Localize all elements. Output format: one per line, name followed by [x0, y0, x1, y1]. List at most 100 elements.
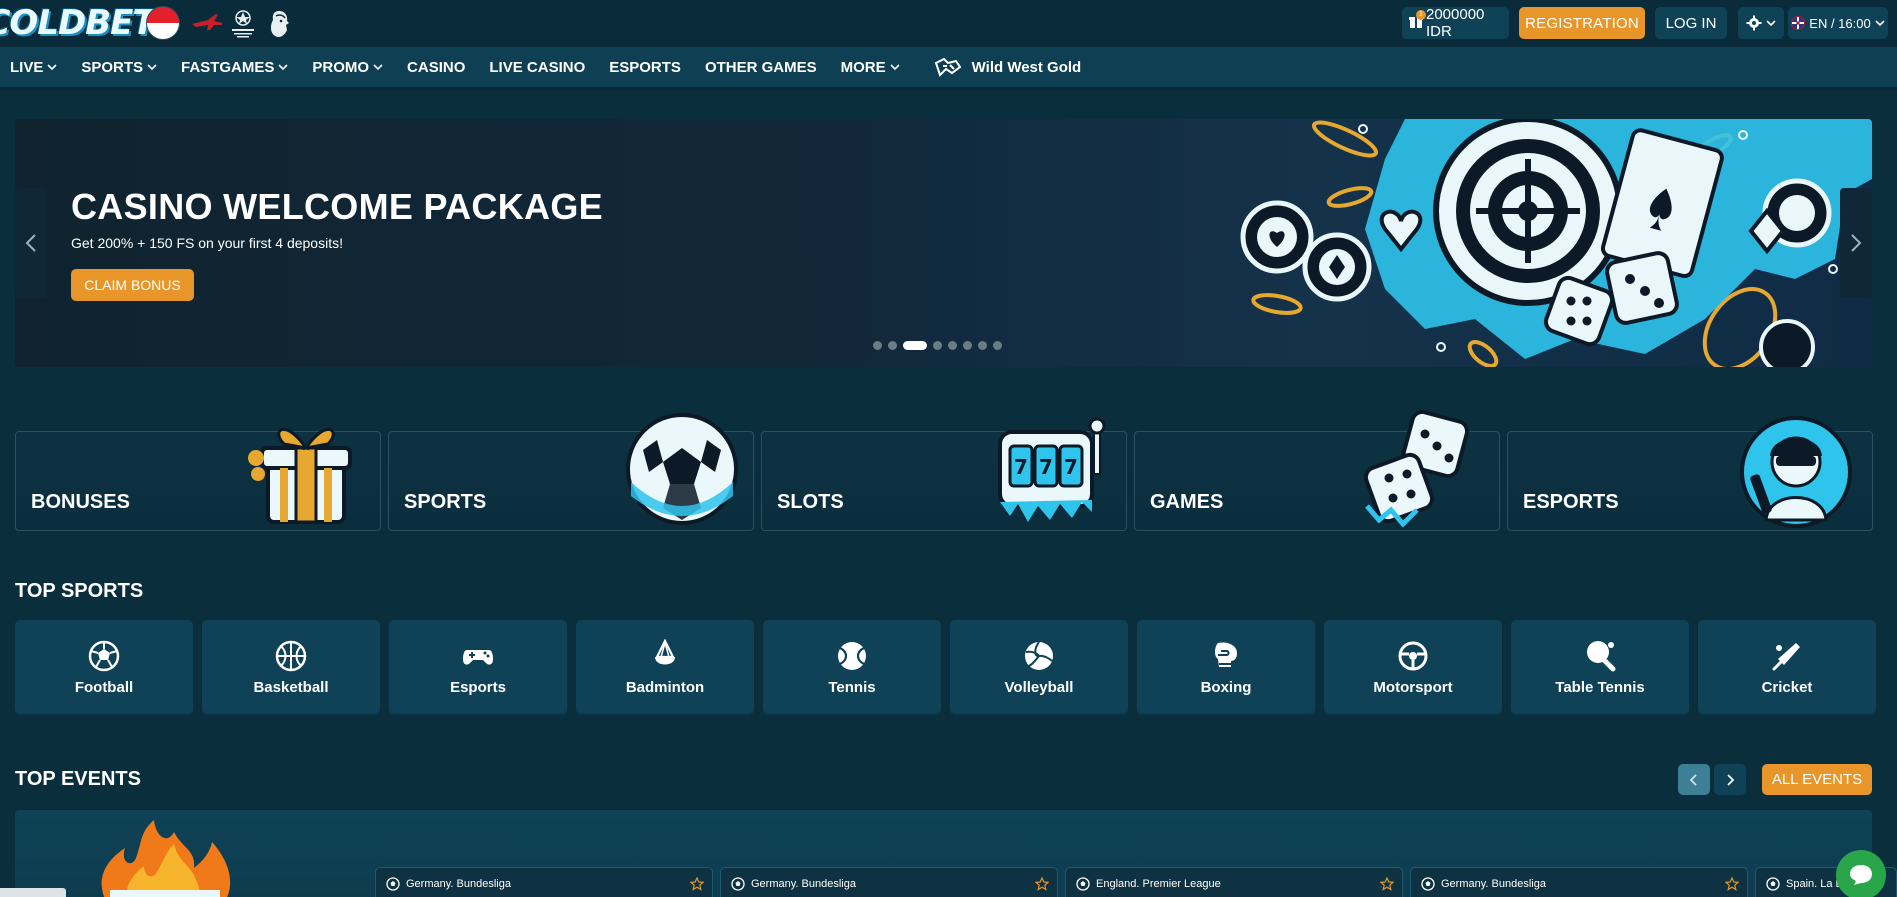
sport-label: Badminton	[625, 679, 705, 696]
event-card[interactable]: Germany. Bundesliga	[720, 867, 1058, 897]
nav-item-other-games[interactable]: OTHER GAMES	[705, 59, 817, 76]
carousel-dot[interactable]	[963, 341, 972, 350]
sport-tile-tennis[interactable]: Tennis	[763, 620, 941, 715]
favorite-star-icon[interactable]	[1725, 877, 1739, 891]
sport-tile-boxing[interactable]: Boxing	[1137, 620, 1315, 715]
premier-league-lion-icon[interactable]	[266, 8, 292, 40]
sport-tile-football[interactable]: Football	[15, 620, 193, 715]
basketball-icon	[274, 639, 308, 673]
carousel-dot[interactable]	[948, 341, 957, 350]
events-prev-button[interactable]	[1678, 764, 1710, 795]
carousel-dot[interactable]	[888, 341, 897, 350]
svg-text:7: 7	[1014, 455, 1028, 479]
category-card-sports[interactable]: SPORTS	[388, 413, 754, 531]
carousel-dot[interactable]	[873, 341, 882, 350]
aviator-plane-icon[interactable]	[190, 10, 224, 36]
event-league: Spain. La L	[1786, 878, 1842, 890]
nav-shadow	[0, 87, 1897, 93]
top-bar: COLDBET 1 2000000 IDR REGISTRATION LOG I…	[0, 0, 1897, 47]
football-icon	[386, 877, 400, 891]
hero-next-button[interactable]	[1840, 188, 1872, 298]
champions-league-icon[interactable]	[228, 8, 258, 40]
sport-tile-badminton[interactable]: Badminton	[576, 620, 754, 715]
sport-tile-table-tennis[interactable]: Table Tennis	[1511, 620, 1689, 715]
chevron-right-icon	[1727, 773, 1735, 786]
gear-icon	[1746, 15, 1762, 31]
sport-tile-basketball[interactable]: Basketball	[202, 620, 380, 715]
top-sports-title: TOP SPORTS	[15, 580, 144, 602]
category-card-games[interactable]: GAMES	[1134, 410, 1500, 531]
event-card[interactable]: Germany. Bundesliga	[1410, 867, 1748, 897]
balance-display[interactable]: 1 2000000 IDR	[1402, 6, 1509, 40]
nav-item-live-casino[interactable]: LIVE CASINO	[489, 59, 585, 76]
nav-item-promo[interactable]: PROMO	[312, 59, 383, 76]
sport-tile-cricket[interactable]: Cricket	[1698, 620, 1876, 715]
football-icon	[87, 639, 121, 673]
nav-item-label: ESPORTS	[609, 58, 681, 76]
main-nav: LIVE SPORTS FASTGAMES PROMO CASINO LIVE CASIN…	[0, 47, 1897, 87]
carousel-dot[interactable]	[933, 341, 942, 350]
nav-item-esports[interactable]: ESPORTS	[609, 59, 681, 76]
event-card[interactable]: Germany. Bundesliga	[375, 867, 713, 897]
sport-tile-motorsport[interactable]: Motorsport	[1324, 620, 1502, 715]
carousel-dot[interactable]	[978, 341, 987, 350]
boxing-glove-icon	[1209, 639, 1243, 673]
sport-tile-esports[interactable]: Esports	[389, 620, 567, 715]
browser-status-bar	[0, 888, 66, 897]
slot-machine-icon: 7 7 7	[998, 417, 1106, 522]
nav-item-more[interactable]: MORE	[841, 59, 900, 76]
chevron-down-icon	[1766, 20, 1776, 27]
hero-prev-button[interactable]	[15, 188, 47, 298]
chevron-down-icon	[147, 62, 157, 72]
favorite-star-icon[interactable]	[690, 877, 704, 891]
registration-button[interactable]: REGISTRATION	[1519, 7, 1645, 39]
nav-item-label: PROMO	[312, 58, 370, 76]
carousel-dots	[873, 341, 1002, 350]
all-events-button[interactable]: ALL EVENTS	[1762, 764, 1872, 795]
nav-item-label: OTHER GAMES	[704, 58, 817, 76]
category-card-bonuses[interactable]: BONUSES	[15, 427, 381, 531]
favorite-star-icon[interactable]	[1035, 877, 1049, 891]
sport-label: Basketball	[253, 679, 329, 696]
chevron-down-icon	[890, 62, 900, 72]
nav-item-fastgames[interactable]: FASTGAMES	[181, 59, 288, 76]
soldier-avatar-icon	[1740, 416, 1852, 528]
settings-button[interactable]	[1738, 7, 1784, 39]
events-next-button[interactable]	[1714, 764, 1746, 795]
football-icon	[1076, 877, 1090, 891]
logo-text: COLDBET	[0, 3, 156, 43]
dice-icon	[1363, 410, 1470, 528]
event-league: Germany. Bundesliga	[751, 878, 856, 890]
favorite-star-icon[interactable]	[1380, 877, 1394, 891]
nav-item-wild-west-gold[interactable]: Wild West Gold	[934, 57, 1081, 77]
uk-flag-icon	[1791, 16, 1806, 30]
sport-label: Table Tennis	[1555, 679, 1645, 696]
category-card-slots[interactable]: 7 7 7 SLOTS	[761, 417, 1127, 531]
category-card-esports[interactable]: ESPORTS	[1507, 416, 1873, 531]
football-icon	[731, 877, 745, 891]
gift-box-icon	[248, 427, 352, 524]
carousel-dot[interactable]	[903, 341, 927, 350]
nav-item-label: CASINO	[407, 58, 466, 76]
indonesia-flag-icon[interactable]	[146, 6, 180, 40]
balance-amount: 2000000 IDR	[1426, 6, 1485, 40]
sport-tile-volleyball[interactable]: Volleyball	[950, 620, 1128, 715]
sport-label: Cricket	[1761, 679, 1813, 696]
language-selector[interactable]: EN / 16:00	[1788, 7, 1888, 39]
nav-item-live[interactable]: LIVE	[10, 59, 57, 76]
carousel-dot[interactable]	[993, 341, 1002, 350]
event-card[interactable]: England. Premier League	[1065, 867, 1403, 897]
hero-subtitle: Get 200% + 150 FS on your first 4 deposi…	[71, 235, 343, 251]
category-label: SPORTS	[404, 491, 487, 513]
cricket-bat-icon	[1770, 639, 1804, 673]
coldbet-logo[interactable]: COLDBET	[0, 2, 156, 44]
category-label: GAMES	[1150, 491, 1224, 513]
svg-text:7: 7	[1039, 455, 1053, 479]
hero-banner[interactable]: CASINO WELCOME PACKAGE Get 200% + 150 FS…	[15, 119, 1872, 367]
nav-item-sports[interactable]: SPORTS	[81, 59, 157, 76]
login-button[interactable]: LOG IN	[1655, 7, 1727, 39]
claim-bonus-button[interactable]: CLAIM BONUS	[71, 269, 194, 301]
nav-item-casino[interactable]: CASINO	[407, 59, 465, 76]
live-chat-button[interactable]	[1836, 850, 1886, 897]
chevron-down-icon	[47, 62, 57, 72]
